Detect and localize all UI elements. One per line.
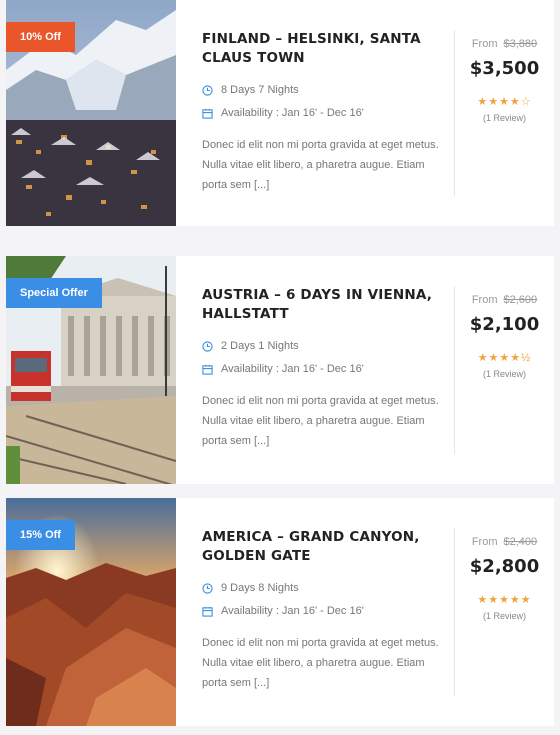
tour-description: Donec id elit non mi porta gravida at eg… xyxy=(202,637,439,689)
clock-icon xyxy=(202,84,213,96)
availability-text: Availability : Jan 16' - Dec 16' xyxy=(221,363,364,375)
review-count[interactable]: (1 Review) xyxy=(455,369,554,379)
tour-info: AMERICA – GRAND CANYON, GOLDEN GATE 9 Da… xyxy=(176,498,454,726)
review-count[interactable]: (1 Review) xyxy=(455,113,554,123)
current-price: $2,100 xyxy=(469,314,540,335)
discount-badge: 15% Off xyxy=(6,520,75,550)
availability-text: Availability : Jan 16' - Dec 16' xyxy=(221,107,364,119)
tour-title[interactable]: AUSTRIA – 6 DAYS IN VIENNA, HALLSTATT xyxy=(202,286,440,324)
from-label: From xyxy=(471,38,498,50)
tour-card-america[interactable]: 15% Off AMERICA – GRAND CANYON, GOLDEN G… xyxy=(6,498,554,726)
tour-card-finland[interactable]: 10% Off FINLAND – HELSINKI, SANTA CLAUS … xyxy=(6,0,554,226)
star-rating: ★★★★☆ xyxy=(477,96,532,108)
calendar-icon xyxy=(202,606,213,617)
calendar-icon xyxy=(202,108,213,119)
tour-duration: 2 Days 1 Nights xyxy=(202,340,440,352)
price-block: From $2,600 $2,100 ★★★★½ (1 Review) xyxy=(455,256,554,484)
star-rating: ★★★★★ xyxy=(477,594,532,606)
clock-icon xyxy=(202,340,213,352)
calendar-icon xyxy=(202,364,213,375)
special-offer-badge: Special Offer xyxy=(6,278,102,308)
duration-text: 9 Days 8 Nights xyxy=(221,582,299,594)
tour-title[interactable]: AMERICA – GRAND CANYON, GOLDEN GATE xyxy=(202,528,440,566)
old-price: $3,880 xyxy=(503,38,538,50)
old-price: $2,600 xyxy=(503,294,538,306)
tour-description: Donec id elit non mi porta gravida at eg… xyxy=(202,139,439,191)
duration-text: 8 Days 7 Nights xyxy=(221,84,299,96)
price-block: From $3,880 $3,500 ★★★★☆ (1 Review) xyxy=(455,0,554,226)
discount-badge: 10% Off xyxy=(6,22,75,52)
clock-icon xyxy=(202,582,213,594)
tour-description: Donec id elit non mi porta gravida at eg… xyxy=(202,395,439,447)
tour-availability: Availability : Jan 16' - Dec 16' xyxy=(202,107,440,119)
from-price: From $3,880 xyxy=(455,38,554,50)
from-label: From xyxy=(471,294,498,306)
tour-availability: Availability : Jan 16' - Dec 16' xyxy=(202,605,440,617)
from-price: From $2,600 xyxy=(455,294,554,306)
current-price: $3,500 xyxy=(469,58,540,79)
tour-info: FINLAND – HELSINKI, SANTA CLAUS TOWN 8 D… xyxy=(176,0,454,226)
tour-image-austria[interactable]: Special Offer xyxy=(6,256,176,484)
tour-title[interactable]: FINLAND – HELSINKI, SANTA CLAUS TOWN xyxy=(202,30,440,68)
star-rating: ★★★★½ xyxy=(477,352,532,364)
review-count[interactable]: (1 Review) xyxy=(455,611,554,621)
tour-availability: Availability : Jan 16' - Dec 16' xyxy=(202,363,440,375)
price-block: From $2,400 $2,800 ★★★★★ (1 Review) xyxy=(455,498,554,726)
from-label: From xyxy=(471,536,498,548)
tour-duration: 8 Days 7 Nights xyxy=(202,84,440,96)
tour-card-austria[interactable]: Special Offer AUSTRIA – 6 DAYS IN VIENNA… xyxy=(6,256,554,484)
tour-image-america[interactable]: 15% Off xyxy=(6,498,176,726)
current-price: $2,800 xyxy=(469,556,540,577)
old-price: $2,400 xyxy=(503,536,538,548)
from-price: From $2,400 xyxy=(455,536,554,548)
availability-text: Availability : Jan 16' - Dec 16' xyxy=(221,605,364,617)
tour-duration: 9 Days 8 Nights xyxy=(202,582,440,594)
tour-info: AUSTRIA – 6 DAYS IN VIENNA, HALLSTATT 2 … xyxy=(176,256,454,484)
tour-image-finland[interactable]: 10% Off xyxy=(6,0,176,226)
duration-text: 2 Days 1 Nights xyxy=(221,340,299,352)
